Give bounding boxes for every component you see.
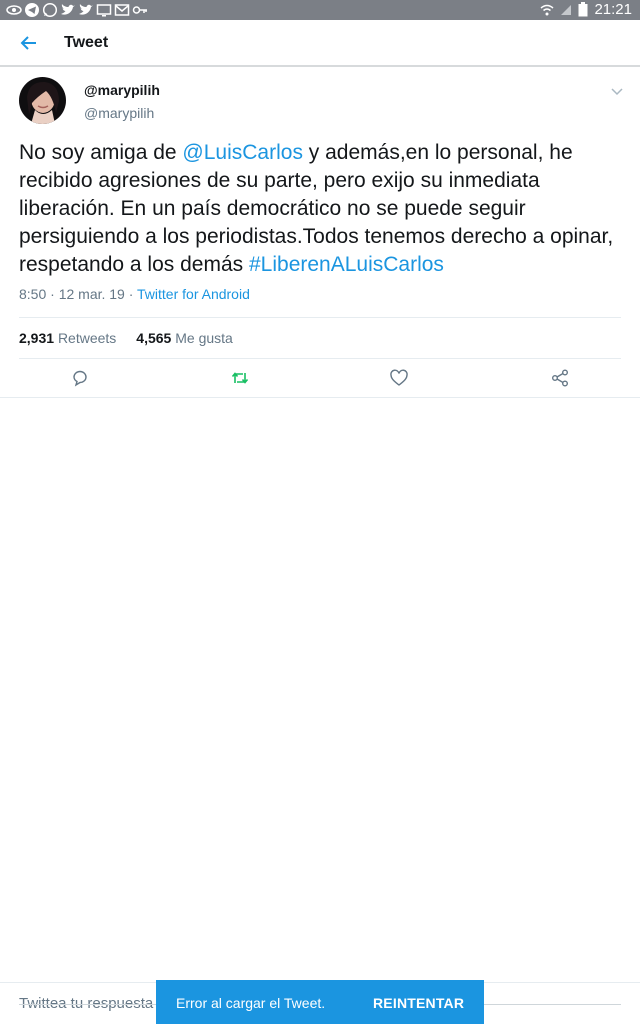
tweet-actions xyxy=(0,368,640,392)
error-snackbar: Error al cargar el Tweet. REINTENTAR xyxy=(156,980,484,1024)
twitter-icon xyxy=(79,4,93,15)
tweet-source-link[interactable]: Twitter for Android xyxy=(137,286,250,302)
likes-stat[interactable]: 4,565 Me gusta xyxy=(136,330,233,346)
tweet-timestamp: 8:50 · 12 mar. 19 · xyxy=(19,286,138,302)
snackbar-message: Error al cargar el Tweet. xyxy=(176,995,326,1011)
retweets-stat[interactable]: 2,931 Retweets xyxy=(19,330,116,346)
chevron-down-icon[interactable] xyxy=(610,86,624,98)
notification-icons xyxy=(6,2,148,18)
mention-link[interactable]: @LuisCarlos xyxy=(182,141,303,164)
system-indicators: 21:21 xyxy=(540,1,632,18)
avatar[interactable] xyxy=(19,77,66,124)
gmail-icon xyxy=(114,4,130,16)
divider xyxy=(19,317,621,318)
page-title: Tweet xyxy=(64,34,109,51)
twitter-icon xyxy=(61,4,75,15)
battery-icon xyxy=(578,2,588,17)
share-icon[interactable] xyxy=(550,368,570,388)
tweet-text: No soy amiga de @LuisCarlos y además,en … xyxy=(19,139,619,279)
whatsapp-icon xyxy=(42,2,58,18)
likes-count: 4,565 xyxy=(136,330,172,346)
wifi-icon xyxy=(540,4,554,15)
display-name[interactable]: @marypilih xyxy=(84,82,160,98)
tweet-text-part: No soy amiga de xyxy=(19,141,183,164)
retweet-icon[interactable] xyxy=(230,368,250,388)
hashtag-link[interactable]: #LiberenALuisCarlos xyxy=(249,253,444,276)
retweets-count: 2,931 xyxy=(19,330,55,346)
like-icon[interactable] xyxy=(389,368,409,388)
signal-icon xyxy=(561,4,572,15)
retweets-label: Retweets xyxy=(57,330,117,346)
divider xyxy=(19,358,621,359)
retry-button[interactable]: REINTENTAR xyxy=(373,995,464,1011)
eye-icon xyxy=(6,5,22,15)
user-handle[interactable]: @marypilih xyxy=(84,105,154,121)
tweet-meta: 8:50 · 12 mar. 19 · Twitter for Android xyxy=(19,286,250,302)
divider xyxy=(0,397,640,398)
tweet-stats: 2,931 Retweets 4,565 Me gusta xyxy=(19,330,233,346)
app-bar: Tweet xyxy=(0,20,640,67)
clock: 21:21 xyxy=(594,1,632,18)
telegram-icon xyxy=(25,3,39,17)
key-icon xyxy=(132,6,147,14)
back-arrow-icon[interactable] xyxy=(18,32,40,54)
likes-label: Me gusta xyxy=(175,330,233,346)
status-bar: 21:21 xyxy=(0,0,640,20)
screen-icon xyxy=(96,4,112,17)
reply-icon[interactable] xyxy=(70,368,90,388)
